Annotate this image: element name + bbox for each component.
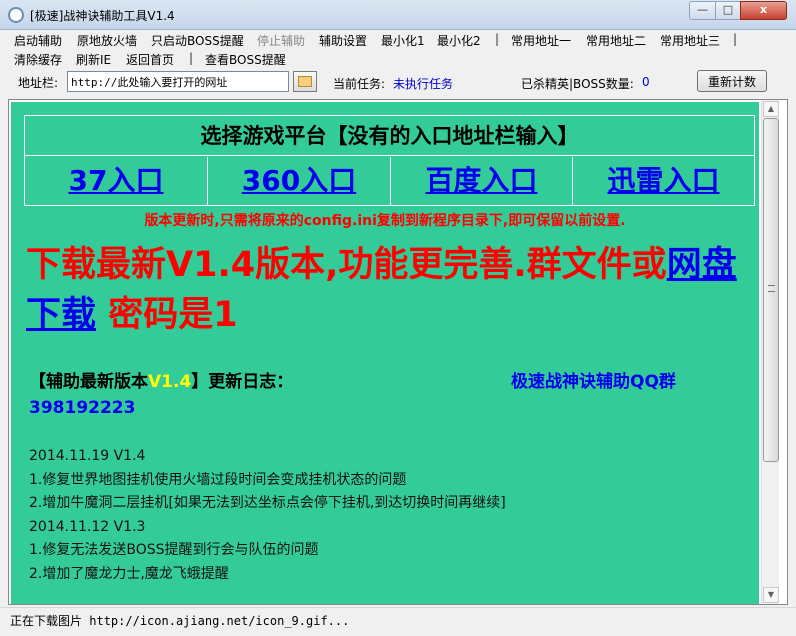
qq-group-label: 极速战神诀辅助QQ群: [511, 372, 676, 392]
changelog-line: 2.增加牛魔洞二层挂机[如果无法到达坐标点会停下挂机,到达切换时间再继续]: [29, 495, 506, 511]
menu-assist-settings[interactable]: 辅助设置: [319, 32, 367, 49]
reset-count-button[interactable]: 重新计数: [697, 70, 767, 92]
platform-link-360[interactable]: 360入口: [242, 164, 356, 197]
menu-firewall[interactable]: 原地放火墙: [77, 32, 137, 49]
menu-boss-alert-only[interactable]: 只启动BOSS提醒: [151, 32, 244, 49]
platform-title: 选择游戏平台【没有的入口地址栏输入】: [25, 116, 754, 156]
menu-clear-cache[interactable]: 清除缓存: [14, 51, 62, 68]
menu-stop-assist[interactable]: 停止辅助: [257, 32, 305, 49]
version-prefix: 【辅助最新版本: [29, 372, 148, 392]
menu-address-2[interactable]: 常用地址二: [586, 32, 646, 49]
menu-address-1[interactable]: 常用地址一: [511, 32, 571, 49]
version-suffix: 】更新日志：: [191, 372, 294, 392]
scroll-up-arrow-icon[interactable]: ▲: [763, 101, 779, 117]
browser-view[interactable]: 选择游戏平台【没有的入口地址栏输入】 37入口 360入口 百度入口 迅雷入口 …: [8, 99, 788, 605]
app-icon: [8, 7, 24, 23]
menu-separator: |: [733, 32, 738, 46]
scroll-thumb[interactable]: [763, 118, 779, 462]
kill-count-label: 已杀精英|BOSS数量:: [521, 77, 634, 91]
changelog: 2014.11.19 V1.4 1.修复世界地图挂机使用火墙过段时间会变成挂机状…: [29, 445, 749, 586]
changelog-line: 2014.11.12 V1.3: [29, 518, 146, 535]
status-text: 正在下载图片 http://icon.ajiang.net/icon_9.gif…: [10, 612, 349, 629]
minimize-button[interactable]: —: [689, 1, 716, 20]
scroll-down-arrow-icon[interactable]: ▼: [763, 587, 779, 603]
platform-cell: 迅雷入口: [572, 157, 754, 205]
title-bar: [极速]战神诀辅助工具V1.4 — □ x: [0, 0, 796, 30]
menu-row-2: 清除缓存 刷新IE 返回首页 | 查看BOSS提醒: [0, 50, 796, 68]
web-page: 选择游戏平台【没有的入口地址栏输入】 37入口 360入口 百度入口 迅雷入口 …: [11, 102, 759, 604]
menu-refresh-ie[interactable]: 刷新IE: [76, 51, 111, 68]
menu-minimize-1[interactable]: 最小化1: [381, 32, 425, 49]
menu-row-1: 启动辅助 原地放火墙 只启动BOSS提醒 停止辅助 辅助设置 最小化1 最小化2…: [0, 31, 796, 49]
menu-minimize-2[interactable]: 最小化2: [437, 32, 481, 49]
menu-view-boss-alert[interactable]: 查看BOSS提醒: [205, 51, 286, 68]
update-notice: 版本更新时,只需将原来的config.ini复制到新程序目录下,即可保留以前设置…: [144, 213, 626, 229]
menu-separator: |: [189, 51, 194, 65]
menu-address-3[interactable]: 常用地址三: [660, 32, 720, 49]
qq-group-number: 398192223: [29, 398, 136, 418]
platform-cell: 360入口: [207, 157, 390, 205]
version-number: V1.4: [148, 372, 192, 392]
changelog-line: 2.增加了魔龙力士,魔龙飞蛾提醒: [29, 565, 229, 582]
changelog-line: 2014.11.19 V1.4: [29, 448, 146, 464]
status-url: http://icon.ajiang.net/icon_9.gif...: [89, 614, 350, 628]
download-headline: 下载最新V1.4版本,功能更完善.群文件或网盘下载 密码是1: [26, 240, 751, 340]
menu-start-assist[interactable]: 启动辅助: [14, 32, 62, 49]
menu-separator: |: [495, 32, 500, 46]
password-text: 密码是1: [96, 295, 238, 335]
maximize-button[interactable]: □: [715, 1, 741, 20]
version-heading: 【辅助最新版本V1.4】更新日志：: [29, 367, 293, 392]
headline-text: 下载最新V1.4版本,功能更完善.群文件或: [26, 245, 667, 285]
platform-link-xunlei[interactable]: 迅雷入口: [607, 164, 719, 197]
changelog-line: 1.修复无法发送BOSS提醒到行会与队伍的问题: [29, 542, 319, 558]
address-input[interactable]: [67, 71, 289, 92]
window-title: [极速]战神诀辅助工具V1.4: [30, 9, 175, 23]
go-icon: [298, 76, 312, 87]
vertical-scrollbar[interactable]: ▲ ▼: [761, 100, 779, 604]
changelog-line: 1.修复世界地图挂机使用火墙过段时间会变成挂机状态的问题: [29, 471, 407, 488]
status-bar: 正在下载图片 http://icon.ajiang.net/icon_9.gif…: [0, 607, 796, 636]
address-row: 地址栏: 当前任务: 未执行任务 已杀精英|BOSS数量: 0 重新计数: [0, 69, 796, 95]
platform-cell: 百度入口: [390, 157, 572, 205]
status-label: 正在下载图片: [10, 614, 83, 628]
current-task-value: 未执行任务: [393, 77, 454, 91]
current-task-label: 当前任务:: [333, 77, 386, 91]
kill-count-value: 0: [642, 75, 650, 89]
address-label: 地址栏:: [18, 76, 59, 90]
grip-icon: [768, 285, 775, 292]
platform-link-37[interactable]: 37入口: [69, 164, 164, 197]
platform-link-baidu[interactable]: 百度入口: [425, 164, 537, 197]
menu-home[interactable]: 返回首页: [126, 51, 174, 68]
platform-cell: 37入口: [25, 157, 207, 205]
close-button[interactable]: x: [740, 1, 787, 20]
platform-table: 选择游戏平台【没有的入口地址栏输入】 37入口 360入口 百度入口 迅雷入口: [24, 115, 755, 206]
go-button[interactable]: [293, 71, 317, 92]
